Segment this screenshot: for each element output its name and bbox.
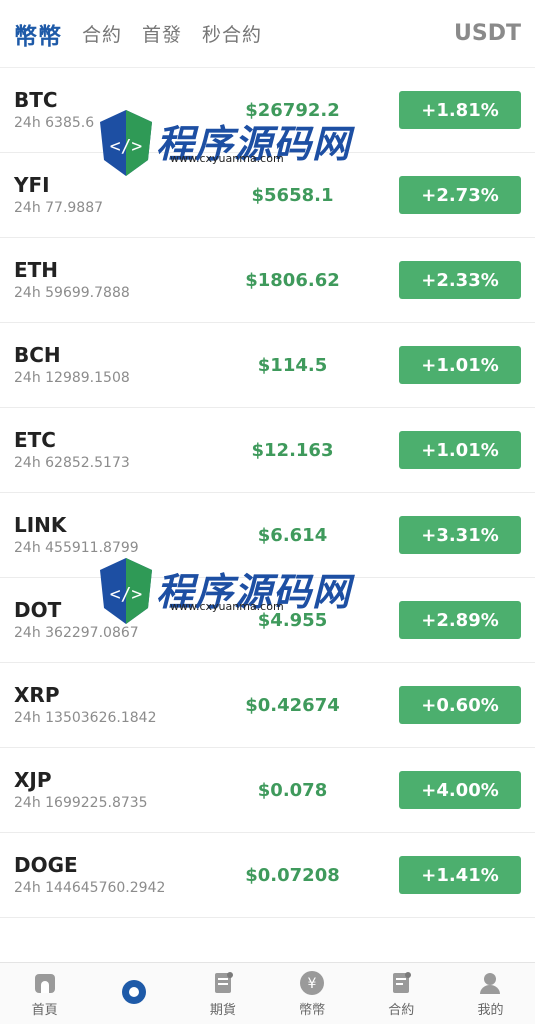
coin-volume: 24h 144645760.2942 xyxy=(14,880,166,896)
coin-price: $0.078 xyxy=(257,779,328,801)
coin-volume: 24h 12989.1508 xyxy=(14,370,130,386)
market-row[interactable]: XJP 24h 1699225.8735 $0.078 +4.00% xyxy=(0,748,535,833)
market-list: BTC 24h 6385.6 $26792.2 +1.81% YFI 24h 77.988… xyxy=(0,68,535,918)
tab-second-contract[interactable]: 秒合約 xyxy=(202,20,262,47)
change-badge[interactable]: +1.81% xyxy=(399,91,521,129)
nav-futures[interactable]: 期貨 xyxy=(178,963,267,1024)
coin-symbol: ETC xyxy=(14,428,56,452)
change-badge[interactable]: +3.31% xyxy=(399,516,521,554)
nav-home-label: 首頁 xyxy=(31,1002,58,1018)
change-badge[interactable]: +2.73% xyxy=(399,176,521,214)
market-row[interactable]: DOGE 24h 144645760.2942 $0.07208 +1.41% xyxy=(0,833,535,918)
tab-spot[interactable]: 幣幣 xyxy=(14,17,62,51)
change-badge[interactable]: +1.01% xyxy=(399,431,521,469)
tab-contract[interactable]: 合約 xyxy=(82,20,122,47)
coin-symbol: ETH xyxy=(14,258,59,282)
coin-info: DOT 24h 362297.0867 xyxy=(14,598,244,642)
svg-text:¥: ¥ xyxy=(308,976,317,992)
nav-contract-label: 合約 xyxy=(388,1002,415,1018)
coin-info: XJP 24h 1699225.8735 xyxy=(14,768,244,812)
nav-profile[interactable]: 我的 xyxy=(446,963,535,1024)
coin-volume: 24h 77.9887 xyxy=(14,200,104,216)
change-badge[interactable]: +0.60% xyxy=(399,686,521,724)
coin-symbol: XRP xyxy=(14,683,60,707)
coin-info: YFI 24h 77.9887 xyxy=(14,173,244,217)
coin-volume: 24h 455911.8799 xyxy=(14,540,139,556)
change-badge[interactable]: +4.00% xyxy=(399,771,521,809)
coin-symbol: XJP xyxy=(14,768,52,792)
coin-volume: 24h 59699.7888 xyxy=(14,285,130,301)
quote-currency[interactable]: USDT xyxy=(454,21,521,46)
coin-info: ETC 24h 62852.5173 xyxy=(14,428,244,472)
change-badge[interactable]: +2.33% xyxy=(399,261,521,299)
coin-info: BTC 24h 6385.6 xyxy=(14,88,244,132)
contract-icon xyxy=(388,970,414,996)
coin-price: $12.163 xyxy=(251,439,334,461)
coin-info: ETH 24h 59699.7888 xyxy=(14,258,244,302)
tab-launch[interactable]: 首發 xyxy=(142,20,182,47)
coin-volume: 24h 1699225.8735 xyxy=(14,795,148,811)
nav-contract[interactable]: 合約 xyxy=(357,963,446,1024)
coin-price: $6.614 xyxy=(257,524,328,546)
coin-price: $1806.62 xyxy=(245,269,340,291)
market-row[interactable]: DOT 24h 362297.0867 $4.955 +2.89% xyxy=(0,578,535,663)
coin-volume: 24h 13503626.1842 xyxy=(14,710,157,726)
coin-symbol: DOGE xyxy=(14,853,78,877)
coin-price: $0.42674 xyxy=(245,694,340,716)
user-icon xyxy=(477,970,503,996)
nav-profile-label: 我的 xyxy=(477,1002,504,1018)
nav-coin[interactable]: ¥ 幣幣 xyxy=(268,963,357,1024)
coin-info: DOGE 24h 144645760.2942 xyxy=(14,853,244,897)
market-row[interactable]: ETH 24h 59699.7888 $1806.62 +2.33% xyxy=(0,238,535,323)
home-icon xyxy=(32,970,58,996)
market-row[interactable]: YFI 24h 77.9887 $5658.1 +2.73% xyxy=(0,153,535,238)
change-badge[interactable]: +1.41% xyxy=(399,856,521,894)
market-row[interactable]: XRP 24h 13503626.1842 $0.42674 +0.60% xyxy=(0,663,535,748)
coin-symbol: LINK xyxy=(14,513,67,537)
market-row[interactable]: ETC 24h 62852.5173 $12.163 +1.01% xyxy=(0,408,535,493)
coin-price: $4.955 xyxy=(257,609,328,631)
coin-symbol: BCH xyxy=(14,343,61,367)
coin-volume: 24h 6385.6 xyxy=(14,115,95,131)
coin-info: XRP 24h 13503626.1842 xyxy=(14,683,244,727)
top-tab-bar: 幣幣 合約 首發 秒合約 USDT xyxy=(0,0,535,68)
futures-icon xyxy=(210,970,236,996)
bottom-nav: 首頁 期貨 ¥ 幣幣 合約 我的 xyxy=(0,962,535,1024)
market-row[interactable]: LINK 24h 455911.8799 $6.614 +3.31% xyxy=(0,493,535,578)
coin-symbol: YFI xyxy=(14,173,50,197)
change-badge[interactable]: +2.89% xyxy=(399,601,521,639)
coin-info: LINK 24h 455911.8799 xyxy=(14,513,244,557)
market-icon xyxy=(121,979,147,1005)
nav-market[interactable] xyxy=(89,963,178,1024)
coin-symbol: DOT xyxy=(14,598,62,622)
coin-info: BCH 24h 12989.1508 xyxy=(14,343,244,387)
coin-icon: ¥ xyxy=(299,970,325,996)
coin-price: $0.07208 xyxy=(245,864,340,886)
coin-volume: 24h 362297.0867 xyxy=(14,625,139,641)
coin-price: $5658.1 xyxy=(251,184,334,206)
market-row[interactable]: BCH 24h 12989.1508 $114.5 +1.01% xyxy=(0,323,535,408)
coin-price: $114.5 xyxy=(257,354,328,376)
market-row[interactable]: BTC 24h 6385.6 $26792.2 +1.81% xyxy=(0,68,535,153)
nav-home[interactable]: 首頁 xyxy=(0,963,89,1024)
nav-futures-label: 期貨 xyxy=(209,1002,236,1018)
coin-price: $26792.2 xyxy=(245,99,340,121)
coin-symbol: BTC xyxy=(14,88,58,112)
change-badge[interactable]: +1.01% xyxy=(399,346,521,384)
coin-volume: 24h 62852.5173 xyxy=(14,455,130,471)
nav-coin-label: 幣幣 xyxy=(299,1002,326,1018)
